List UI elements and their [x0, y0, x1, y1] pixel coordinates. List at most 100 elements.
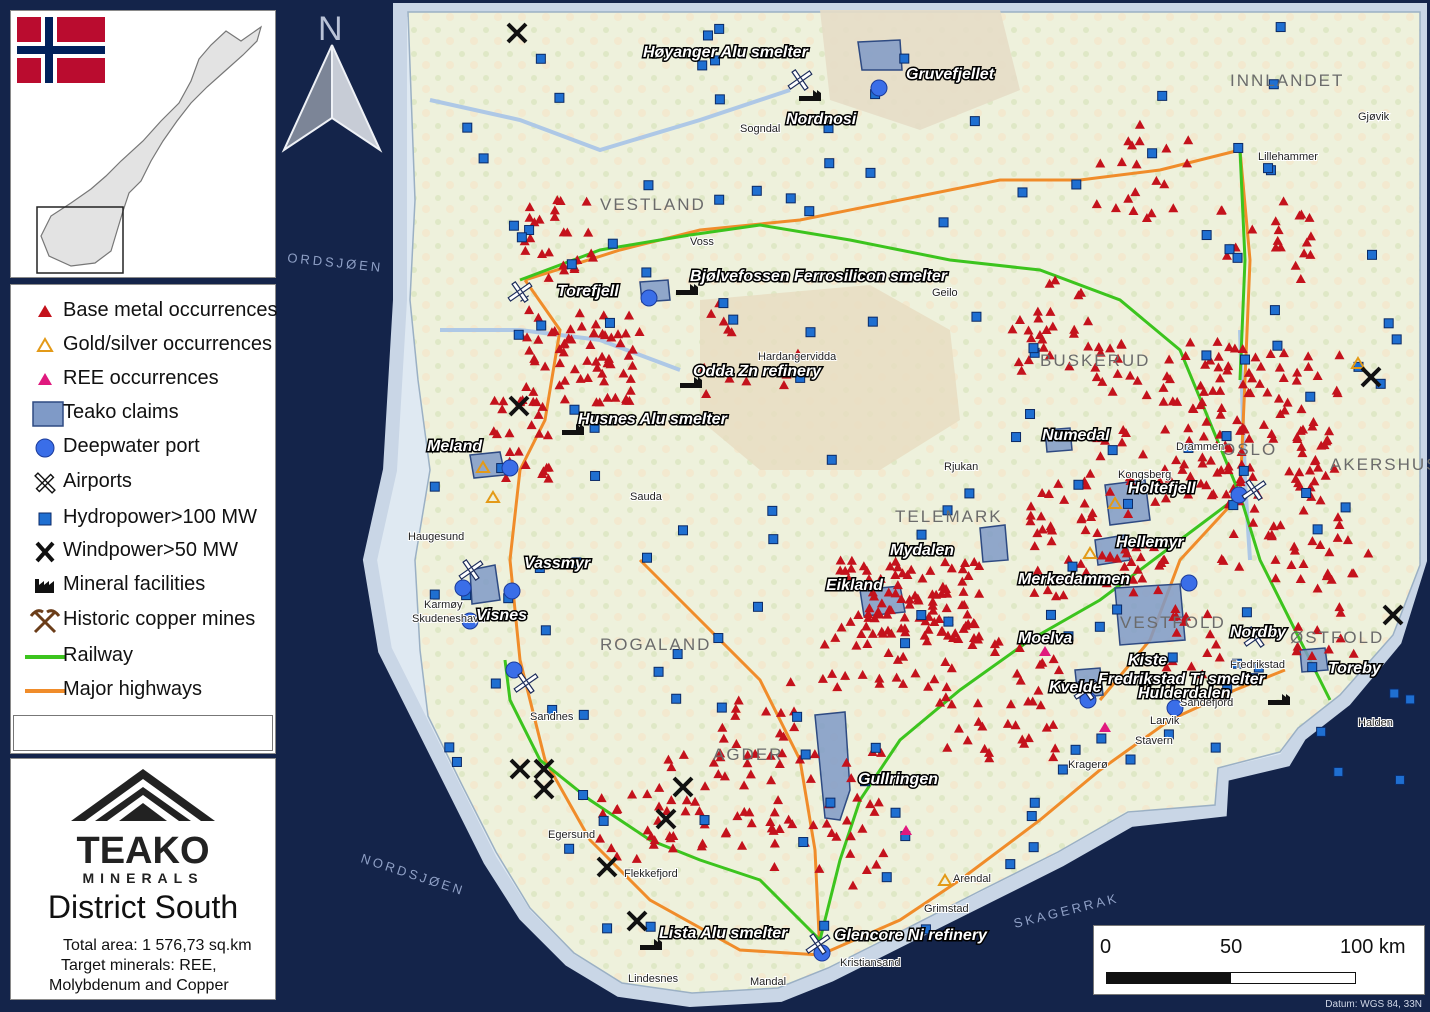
hydropower-marker: [1057, 764, 1068, 775]
place-label: Arendal: [953, 873, 991, 885]
place-label: Sogndal: [740, 123, 780, 135]
hydropower-marker: [1201, 350, 1212, 361]
hydropower-marker: [767, 505, 778, 516]
hydropower-marker: [1073, 479, 1084, 490]
hydropower-marker: [1125, 754, 1136, 765]
place-label: Sauda: [630, 491, 663, 503]
inset-map: [10, 10, 276, 278]
legend-label: Teako claims: [63, 401, 179, 423]
hydropower-marker: [899, 53, 910, 64]
total-area: Total area: 1 576,73 sq.km: [63, 937, 252, 954]
hydropower-marker: [1233, 142, 1244, 153]
place-label: Voss: [690, 236, 714, 248]
place-label: Mandal: [750, 976, 786, 988]
legend-label: Hydropower>100 MW: [63, 506, 257, 528]
hydropower-marker: [1147, 148, 1158, 159]
site-label: Nordnosi: [786, 111, 857, 128]
legend-item: Mineral facilities: [11, 569, 275, 603]
legend-label: Windpower>50 MW: [63, 539, 239, 561]
hydropower-marker: [728, 314, 739, 325]
hydropower-marker: [429, 481, 440, 492]
legend-item: Airports: [11, 466, 275, 500]
hydropower-marker: [716, 702, 727, 713]
place-label: Larvik: [1150, 715, 1180, 727]
place-label: Rjukan: [944, 461, 978, 473]
place-label: Grimstad: [924, 903, 969, 915]
region-label-agder: AGDER: [713, 745, 783, 764]
hydropower-marker: [865, 167, 876, 178]
hydropower-marker: [1224, 244, 1235, 255]
hydropower-marker: [566, 259, 577, 270]
hydro-square-icon: [38, 512, 52, 526]
hydropower-marker: [607, 238, 618, 249]
legend-item: Base metal occurrences: [11, 295, 278, 329]
hydropower-marker: [643, 180, 654, 191]
place-label: Kristiansand: [840, 957, 901, 969]
legend: Base metal occurrences Gold/silver occur…: [10, 284, 278, 754]
place-label: Geilo: [932, 287, 958, 299]
hydropower-marker: [1157, 90, 1168, 101]
red-triangle-icon: [38, 305, 52, 317]
site-label: Kvelde: [1049, 679, 1102, 696]
hydropower-marker: [900, 638, 911, 649]
hydropower-marker: [1316, 726, 1327, 737]
hydropower-marker: [1071, 179, 1082, 190]
brand-panel: TEAKO MINERALS District South Total area…: [10, 758, 276, 1000]
place-label: Skudeneshavn: [412, 613, 485, 625]
place-label: Egersund: [548, 829, 595, 841]
hydropower-marker: [1045, 609, 1056, 620]
legend-label: REE occurrences: [63, 367, 219, 389]
place-label: Lillehammer: [1258, 151, 1318, 163]
site-label: Kiste: [1128, 652, 1167, 669]
legend-label: Major highways: [63, 678, 202, 700]
legend-item: Railway: [11, 640, 275, 674]
site-label: Nordby: [1230, 624, 1287, 641]
hydropower-marker: [969, 116, 980, 127]
legend-label: Gold/silver occurrences: [63, 333, 272, 355]
scale-label-50: 50: [1220, 936, 1243, 958]
orange-line-icon: [25, 689, 65, 693]
green-line-icon: [25, 655, 65, 659]
hydropower-marker: [1333, 766, 1344, 777]
legend-label: Deepwater port: [63, 435, 200, 457]
hydropower-marker: [867, 316, 878, 327]
hydropower-marker: [535, 53, 546, 64]
hydropower-marker: [478, 153, 489, 164]
teako-logo: TEAKO MINERALS: [71, 769, 215, 886]
hydropower-marker: [804, 206, 815, 217]
hydropower-marker: [578, 790, 589, 800]
region-label-telemark: TELEMARK: [895, 507, 1003, 526]
legend-label: Mineral facilities: [63, 573, 206, 595]
hydropower-marker: [1238, 465, 1249, 476]
hydropower-marker: [1067, 561, 1078, 572]
scale-label-0: 0: [1100, 936, 1112, 958]
scale-label-100: 100 km: [1340, 936, 1406, 958]
hydropower-marker: [578, 709, 589, 720]
hydropower-marker: [554, 92, 565, 103]
site-label: Torefjell: [557, 283, 619, 300]
hydropower-marker: [444, 742, 455, 753]
inset-norway-outline: [17, 17, 263, 274]
hydropower-marker: [1367, 249, 1378, 260]
hydropower-marker: [1028, 842, 1039, 853]
north-label: N: [318, 10, 343, 48]
hydropower-marker: [1232, 252, 1243, 263]
hydropower-marker: [964, 488, 975, 499]
place-label: Fredrikstad: [1230, 659, 1285, 671]
hydropower-marker: [938, 217, 949, 228]
hydropower-marker: [798, 837, 809, 848]
legend-item: Teako claims: [11, 397, 275, 431]
site-label: Glencore Ni refinery: [834, 927, 988, 944]
airplane-icon: [34, 472, 56, 494]
hydropower-marker: [699, 815, 710, 826]
hydropower-marker: [540, 625, 551, 636]
region-label-rogaland: ROGALAND: [600, 635, 711, 654]
hydropower-marker: [1122, 498, 1133, 509]
legend-item: Historic copper mines: [11, 604, 275, 638]
legend-label: Base metal occurrences: [63, 299, 278, 321]
hydropower-marker: [1405, 694, 1416, 705]
hydropower-marker: [718, 298, 729, 309]
hydropower-marker: [881, 872, 892, 883]
hydropower-marker: [1240, 354, 1251, 365]
place-label: Gjøvik: [1358, 111, 1390, 123]
